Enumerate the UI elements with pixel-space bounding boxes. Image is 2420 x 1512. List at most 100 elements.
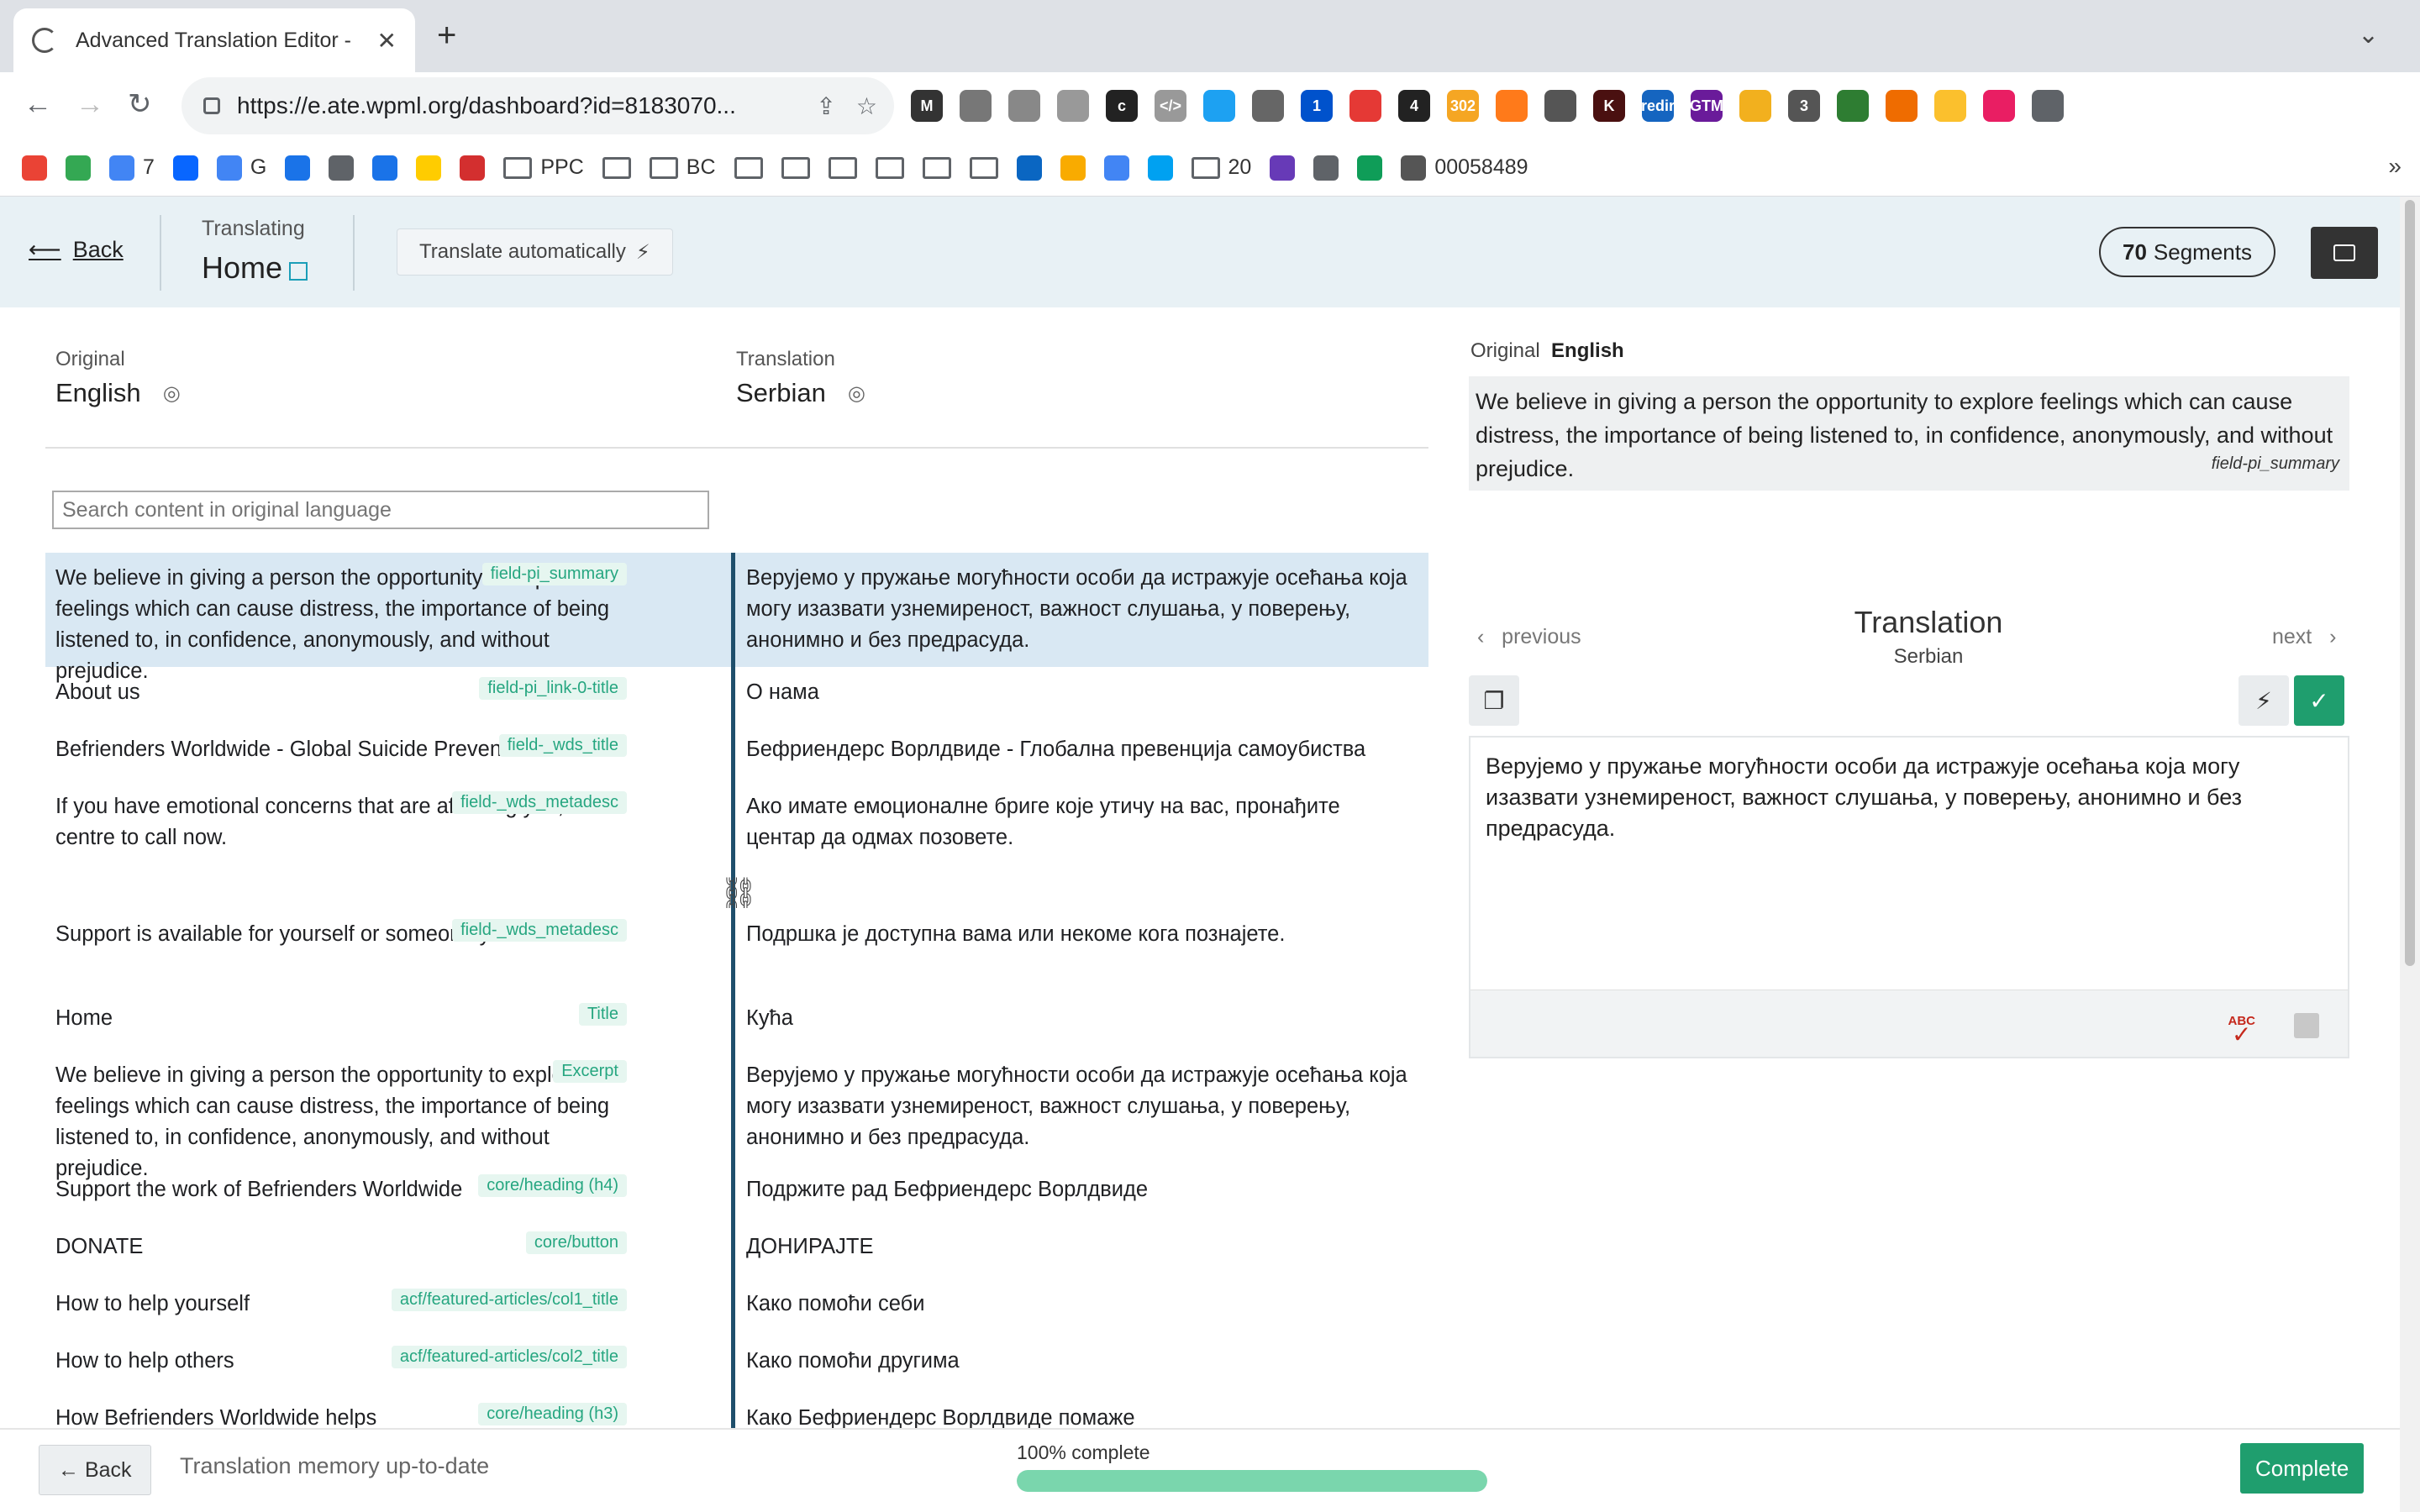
- search-input[interactable]: [52, 491, 709, 529]
- segment-translation-text[interactable]: Подржите рад Бефриендерс Ворлдвиде: [746, 1174, 1410, 1205]
- segment-row[interactable]: We believe in giving a person the opport…: [45, 553, 1428, 683]
- extension-icon[interactable]: K: [1593, 90, 1625, 122]
- extension-icon[interactable]: [1349, 90, 1381, 122]
- share-icon[interactable]: ⇪: [816, 92, 835, 120]
- browser-tab[interactable]: Advanced Translation Editor - ✕: [13, 8, 415, 72]
- auto-translate-segment-button[interactable]: ⚡︎: [2238, 675, 2289, 726]
- footer-back-button[interactable]: ← Back: [39, 1445, 151, 1495]
- extension-icon[interactable]: [1203, 90, 1235, 122]
- segment-translation-text[interactable]: Како Бефриендерс Ворлдвиде помаже: [746, 1403, 1410, 1428]
- bookmark-item[interactable]: [372, 155, 398, 181]
- extension-icon[interactable]: [1057, 90, 1089, 122]
- segment-row[interactable]: How Befrienders Worldwide helps core/head…: [45, 1393, 1428, 1428]
- bookmark-item[interactable]: [1147, 155, 1173, 181]
- segment-row[interactable]: If you have emotional concerns that are …: [45, 781, 1428, 865]
- segment-row[interactable]: How to help yourself acf/featured-article…: [45, 1278, 1428, 1336]
- copy-original-button[interactable]: ❐: [1469, 675, 1519, 726]
- bookmark-item[interactable]: [734, 156, 763, 179]
- extension-icon[interactable]: [1983, 90, 2015, 122]
- bookmark-item[interactable]: [172, 155, 198, 181]
- confirm-translation-button[interactable]: ✓: [2294, 675, 2344, 726]
- extension-icon[interactable]: [1837, 90, 1869, 122]
- bookmark-item[interactable]: [828, 156, 857, 179]
- link-chain-icon[interactable]: ⛓: [719, 875, 758, 911]
- bookmark-item[interactable]: [416, 155, 442, 181]
- translation-editor-text[interactable]: Верујемо у пружање могућности особи да и…: [1470, 738, 2348, 858]
- segment-translation-text[interactable]: Подршка је доступна вама или некоме кога…: [746, 919, 1410, 950]
- segment-translation-text[interactable]: Верујемо у пружање могућности особи да и…: [746, 1060, 1410, 1153]
- spellcheck-icon[interactable]: ABC ✓: [2228, 1015, 2256, 1047]
- bookmark-item[interactable]: [1313, 155, 1339, 181]
- browser-back-arrow-icon[interactable]: ←: [24, 87, 52, 121]
- tab-search-chevron-icon[interactable]: ⌄: [2358, 20, 2379, 50]
- bookmark-item[interactable]: [602, 156, 631, 179]
- segment-translation-text[interactable]: Верујемо у пружање могућности особи да и…: [746, 563, 1410, 656]
- new-tab-plus-icon[interactable]: +: [437, 18, 456, 52]
- browser-reload-icon[interactable]: ↻: [128, 87, 152, 121]
- more-bookmarks-chevron-icon[interactable]: »: [2388, 153, 2402, 180]
- segment-row[interactable]: About us field-pi_link-0-title О нама: [45, 667, 1428, 724]
- header-back-link[interactable]: ⟵ Back: [29, 237, 124, 263]
- comments-button[interactable]: [2311, 227, 2378, 279]
- bookmark-star-icon[interactable]: ☆: [856, 92, 877, 120]
- bookmark-item[interactable]: [922, 156, 951, 179]
- external-link-icon[interactable]: [289, 262, 308, 281]
- bookmark-item[interactable]: [285, 155, 311, 181]
- bookmark-item[interactable]: [1103, 155, 1129, 181]
- segment-translation-text[interactable]: Како помоћи другима: [746, 1346, 1410, 1377]
- segment-row[interactable]: Home Title Кућа: [45, 993, 1428, 1050]
- bookmark-item[interactable]: [1270, 155, 1296, 181]
- extension-icon[interactable]: 302: [1447, 90, 1479, 122]
- bookmark-item[interactable]: PPC: [503, 155, 584, 180]
- bookmark-item[interactable]: [781, 156, 810, 179]
- extension-icon[interactable]: [1496, 90, 1528, 122]
- address-url[interactable]: https://e.ate.wpml.org/dashboard?id=8183…: [237, 92, 796, 119]
- segment-translation-text[interactable]: О нама: [746, 677, 1410, 708]
- bookmark-item[interactable]: 7: [109, 155, 155, 181]
- address-bar[interactable]: https://e.ate.wpml.org/dashboard?id=8183…: [182, 77, 894, 134]
- bookmark-item[interactable]: 00058489: [1401, 155, 1528, 181]
- extension-icon[interactable]: [1252, 90, 1284, 122]
- extension-icon[interactable]: 3: [1788, 90, 1820, 122]
- translate-automatically-button[interactable]: Translate automatically ⚡︎: [397, 228, 673, 276]
- browser-forward-arrow-icon[interactable]: →: [76, 87, 104, 121]
- hide-eye-icon[interactable]: ◎: [163, 381, 181, 406]
- extension-icon[interactable]: 1: [1301, 90, 1333, 122]
- next-segment-link[interactable]: next ›: [2272, 625, 2336, 649]
- segments-count-badge[interactable]: 70 Segments: [2099, 227, 2275, 277]
- translation-editor[interactable]: Верујемо у пружање могућности особи да и…: [1469, 736, 2349, 1058]
- segment-row[interactable]: How to help others acf/featured-articles/…: [45, 1336, 1428, 1393]
- extension-icon[interactable]: redir: [1641, 90, 1675, 122]
- extension-icon[interactable]: [2032, 90, 2064, 122]
- segment-translation-text[interactable]: Кућа: [746, 1003, 1410, 1034]
- bookmark-item[interactable]: [66, 155, 91, 181]
- extension-icon[interactable]: GTM: [1690, 90, 1723, 122]
- segment-translation-text[interactable]: Како помоћи себи: [746, 1289, 1410, 1320]
- glossary-icon[interactable]: [2294, 1013, 2319, 1038]
- bookmark-item[interactable]: [1060, 155, 1086, 181]
- extension-icon[interactable]: [1008, 90, 1040, 122]
- bookmark-item[interactable]: [22, 155, 47, 181]
- site-info-lock-icon[interactable]: [203, 97, 220, 114]
- segment-row[interactable]: We believe in giving a person the opport…: [45, 1050, 1428, 1180]
- bookmark-item[interactable]: [1357, 155, 1383, 181]
- bookmark-item[interactable]: [329, 155, 355, 181]
- page-scrollbar[interactable]: [2400, 197, 2420, 1512]
- extension-icon[interactable]: [1934, 90, 1966, 122]
- segment-row[interactable]: DONATE core/button ДОНИРАЈТЕ: [45, 1221, 1428, 1278]
- extension-icon[interactable]: [1739, 90, 1771, 122]
- extension-icon[interactable]: c: [1106, 90, 1138, 122]
- tab-close-icon[interactable]: ✕: [377, 27, 397, 55]
- segment-row[interactable]: Support the work of Befrienders Worldwid…: [45, 1164, 1428, 1221]
- segment-translation-text[interactable]: Ако имате емоционалне бриге које утичу н…: [746, 791, 1410, 853]
- bookmark-item[interactable]: [969, 156, 998, 179]
- extension-icon[interactable]: [1544, 90, 1576, 122]
- bookmark-item[interactable]: [875, 156, 904, 179]
- extension-icon[interactable]: M: [911, 90, 943, 122]
- bookmark-item[interactable]: G: [216, 155, 266, 181]
- complete-button[interactable]: Complete: [2240, 1443, 2365, 1494]
- segment-row[interactable]: Befrienders Worldwide - Global Suicide P…: [45, 724, 1428, 781]
- scrollbar-thumb[interactable]: [2405, 200, 2415, 966]
- hide-eye-icon[interactable]: ◎: [848, 381, 865, 406]
- bookmark-item[interactable]: [1016, 155, 1042, 181]
